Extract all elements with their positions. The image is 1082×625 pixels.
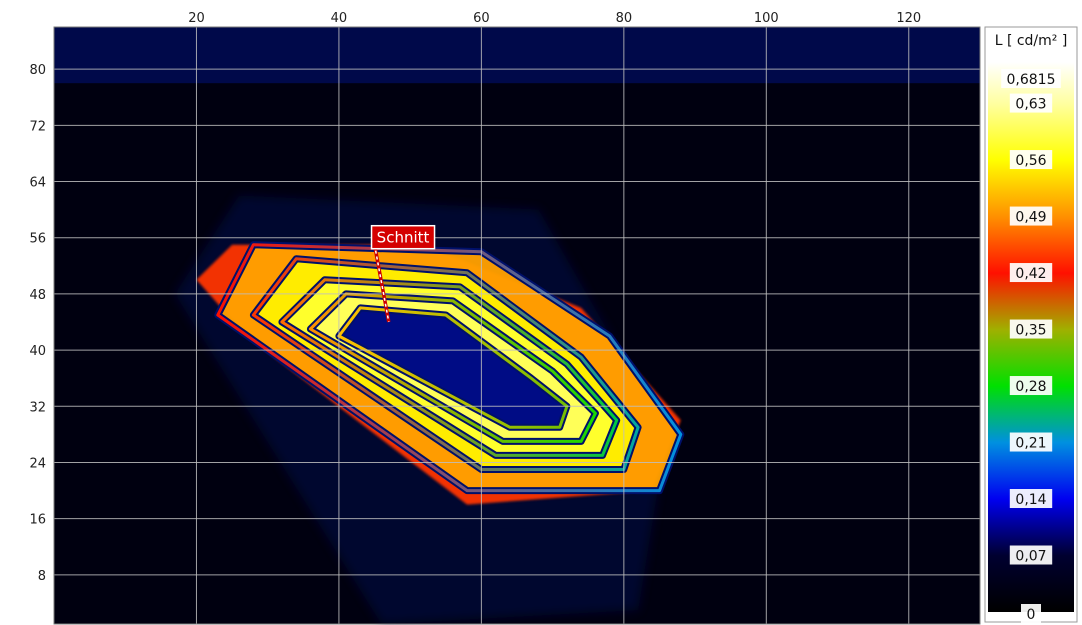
y-tick-label-56: 56 [29, 232, 46, 247]
luminance-map-figure: 20 40 60 80 100 120 8 16 24 32 40 48 56 64 72 80 Schnit… [0, 0, 1082, 625]
luminance-map-area [54, 27, 980, 624]
colorbar-title: L [ cd/m² ] [995, 33, 1068, 49]
colorbar-tick-label: 0 [1027, 607, 1036, 623]
x-tick-label-60: 60 [473, 11, 490, 26]
upper-ambient-region [54, 27, 980, 84]
y-tick-label-48: 48 [29, 288, 46, 303]
colorbar-tick-label: 0,07 [1015, 549, 1046, 565]
y-tick-label-80: 80 [29, 63, 46, 78]
y-tick-label-24: 24 [29, 456, 46, 471]
colorbar-tick-label: 0,42 [1015, 266, 1046, 282]
colorbar-tick-label: 0,14 [1015, 492, 1046, 508]
x-tick-label-100: 100 [754, 11, 779, 26]
x-tick-label-120: 120 [896, 11, 921, 26]
x-tick-label-80: 80 [616, 11, 633, 26]
section-label-text: Schnitt [377, 229, 430, 247]
colorbar-tick-label: 0,21 [1015, 436, 1046, 452]
luminance-heatmap-svg: 20 40 60 80 100 120 8 16 24 32 40 48 56 64 72 80 Schnit… [29, 11, 1078, 625]
colorbar-tick-label: 0,49 [1015, 210, 1046, 226]
colorbar-tick-label: 0,56 [1015, 153, 1046, 169]
colorbar-tick-label: 0,6815 [1007, 72, 1056, 88]
y-tick-label-8: 8 [38, 569, 46, 584]
x-tick-label-40: 40 [331, 11, 348, 26]
y-tick-label-64: 64 [29, 176, 46, 191]
colorbar-legend: L [ cd/m² ] 0,6815 0,63 0,56 0,49 0,42 0,35 0,2… [984, 26, 1078, 623]
y-tick-label-32: 32 [29, 400, 46, 415]
colorbar-tick-label: 0,35 [1015, 323, 1046, 339]
y-tick-label-72: 72 [29, 119, 46, 134]
x-tick-label-20: 20 [188, 11, 205, 26]
y-tick-label-40: 40 [29, 344, 46, 359]
y-tick-label-16: 16 [29, 513, 46, 528]
colorbar-tick-label: 0,28 [1015, 379, 1046, 395]
colorbar-tick-label: 0,63 [1015, 97, 1046, 113]
